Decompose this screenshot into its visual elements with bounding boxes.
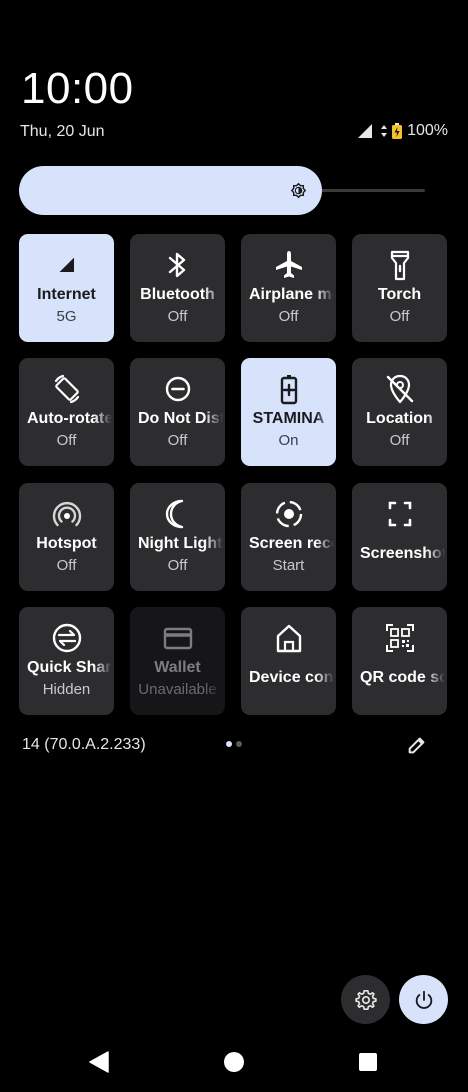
tile-state: Off xyxy=(167,432,188,449)
tile-state: Off xyxy=(56,432,77,449)
battery-percent: 100% xyxy=(407,122,448,139)
home-button[interactable] xyxy=(222,1050,246,1074)
page-dot-2 xyxy=(236,741,242,747)
moon-icon xyxy=(161,497,195,531)
status-bar: 100% xyxy=(358,122,448,140)
tile-state: Unavailable xyxy=(138,681,217,698)
tile-internet[interactable]: Internet 5G xyxy=(19,234,114,342)
tile-auto-rotate[interactable]: Auto-rotate Off xyxy=(19,358,114,466)
page-dot-1 xyxy=(226,741,232,747)
torch-icon xyxy=(383,248,417,282)
tile-torch[interactable]: Torch Off xyxy=(352,234,447,342)
qr-code-icon xyxy=(383,621,417,655)
tile-state: Off xyxy=(389,432,410,449)
signal-strength-icon xyxy=(358,124,373,138)
tile-label: Quick Share xyxy=(27,659,114,676)
home-icon xyxy=(272,621,306,655)
tile-screen-record[interactable]: Screen record Start xyxy=(241,483,336,591)
tile-label: STAMINA xyxy=(252,410,325,427)
tile-label: Wallet xyxy=(154,659,201,676)
tile-state: Hidden xyxy=(42,681,91,698)
tile-state: Off xyxy=(167,557,188,574)
auto-rotate-icon xyxy=(50,372,84,406)
airplane-icon xyxy=(272,248,306,282)
battery-saver-icon xyxy=(272,372,306,406)
page-indicator xyxy=(226,741,242,747)
tile-airplane-mode[interactable]: Airplane mode Off xyxy=(241,234,336,342)
tile-state: 5G xyxy=(56,308,77,325)
bluetooth-icon xyxy=(161,248,195,282)
clock-time: 10:00 xyxy=(21,64,134,113)
tile-quick-share[interactable]: Quick Share Hidden xyxy=(19,607,114,715)
tile-hotspot[interactable]: Hotspot Off xyxy=(19,483,114,591)
tile-label: Bluetooth xyxy=(140,286,215,303)
tile-state: Start xyxy=(272,557,305,574)
back-button[interactable] xyxy=(87,1050,111,1074)
tile-device-controls[interactable]: Device controls xyxy=(241,607,336,715)
gear-icon xyxy=(354,989,377,1010)
brightness-fill xyxy=(19,166,322,215)
clock-date: Thu, 20 Jun xyxy=(20,123,105,140)
tile-label: Do Not Disturb xyxy=(138,410,225,427)
quick-share-icon xyxy=(50,621,84,655)
recents-square-icon xyxy=(359,1053,377,1071)
tile-qr-code-scanner[interactable]: QR code scanner xyxy=(352,607,447,715)
brightness-icon xyxy=(290,182,307,199)
wallet-icon xyxy=(161,621,195,655)
settings-button[interactable] xyxy=(341,975,390,1024)
tile-wallet[interactable]: Wallet Unavailable xyxy=(130,607,225,715)
tile-screenshot[interactable]: Screenshot xyxy=(352,483,447,591)
tile-stamina[interactable]: STAMINA On xyxy=(241,358,336,466)
tile-bluetooth[interactable]: Bluetooth Off xyxy=(130,234,225,342)
navigation-bar xyxy=(0,1040,468,1084)
signal-icon xyxy=(50,248,84,282)
brightness-track xyxy=(309,189,425,192)
tile-state: Off xyxy=(56,557,77,574)
tile-label: Airplane mode xyxy=(249,286,336,303)
tile-label: Location xyxy=(366,410,433,427)
tile-label: Internet xyxy=(37,286,96,303)
tile-do-not-disturb[interactable]: Do Not Disturb Off xyxy=(130,358,225,466)
data-arrows-icon xyxy=(381,125,388,137)
power-icon xyxy=(415,990,432,1009)
location-off-icon xyxy=(383,372,417,406)
tile-location[interactable]: Location Off xyxy=(352,358,447,466)
tile-state: Off xyxy=(278,308,299,325)
screen-record-icon xyxy=(272,497,306,531)
tile-label: Screen record xyxy=(249,535,336,552)
tile-label: Night Light xyxy=(138,535,223,552)
home-circle-icon xyxy=(224,1052,244,1072)
tile-state: Off xyxy=(389,308,410,325)
power-menu-button[interactable] xyxy=(399,975,448,1024)
tile-night-light[interactable]: Night Light Off xyxy=(130,483,225,591)
hotspot-icon xyxy=(50,497,84,531)
recents-button[interactable] xyxy=(356,1050,380,1074)
tile-label: Auto-rotate xyxy=(27,410,114,427)
brightness-slider[interactable] xyxy=(19,166,429,215)
edit-pencil-icon[interactable] xyxy=(406,734,428,756)
tile-label: Screenshot xyxy=(360,545,447,562)
tile-label: Hotspot xyxy=(36,535,97,552)
screenshot-icon xyxy=(383,497,417,531)
tile-state: On xyxy=(278,432,299,449)
tile-label: Torch xyxy=(377,286,422,303)
battery-icon xyxy=(392,123,403,139)
tile-state: Off xyxy=(167,308,188,325)
back-triangle-icon xyxy=(89,1051,109,1073)
tile-label: Device controls xyxy=(249,669,336,686)
build-number[interactable]: 14 (70.0.A.2.233) xyxy=(22,736,146,754)
tile-label: QR code scanner xyxy=(360,669,447,686)
do-not-disturb-icon xyxy=(161,372,195,406)
